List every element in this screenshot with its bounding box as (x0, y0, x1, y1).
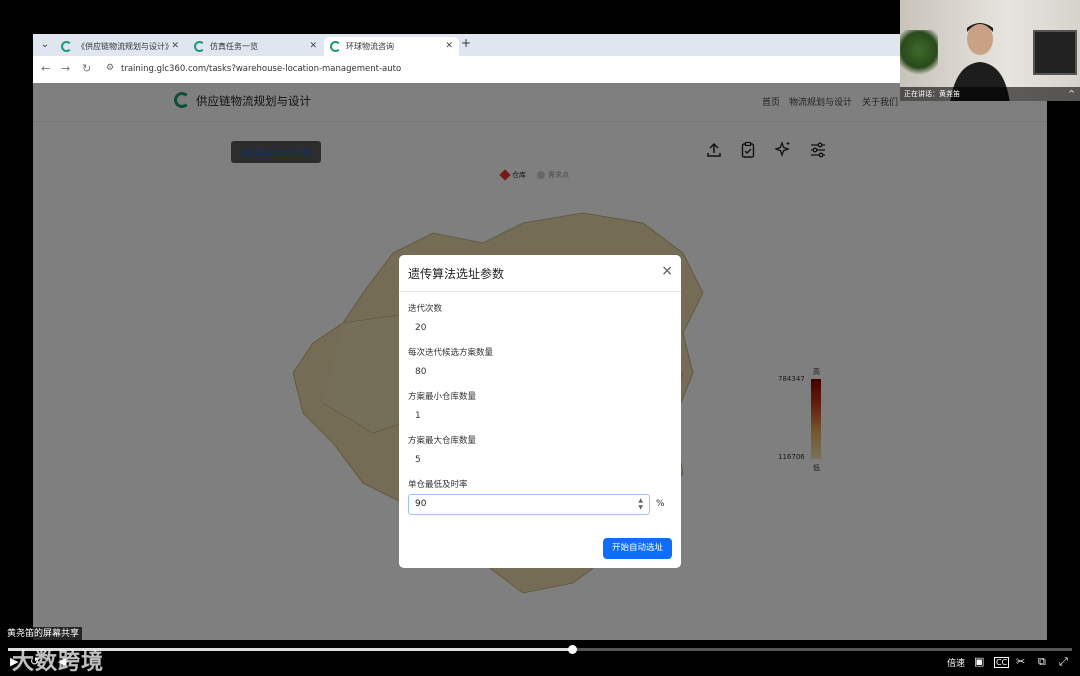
ga-parameters-dialog: 遗传算法选址参数 × 迭代次数 20 每次迭代候选方案数量 80 方案最小仓库数… (399, 255, 681, 568)
site-favicon-icon (61, 41, 72, 52)
tab-close-icon[interactable]: ✕ (309, 37, 317, 56)
min-warehouses-field[interactable]: 1 (408, 406, 648, 426)
chevron-up-icon[interactable]: ^ (1068, 87, 1075, 101)
close-icon[interactable]: × (661, 263, 673, 279)
site-favicon-icon (330, 41, 341, 52)
web-page: 供应链物流规划与设计 首页 物流规划与设计 关于我们 查看当前仓库布局方案 仓库… (33, 83, 1047, 640)
candidates-label: 每次迭代候选方案数量 (408, 348, 494, 358)
playback-speed-button[interactable]: 倍速 (947, 656, 965, 669)
speaker-caption: 正在讲话：黄尧笛 ^ (900, 87, 1080, 101)
start-auto-location-button[interactable]: 开始自动选址 (603, 538, 672, 559)
site-favicon-icon (194, 41, 205, 52)
browser-window: ⌄ 《供应链物流规划与设计》 ✕ 仿真任务一览 ✕ 环球物流咨询 ✕ + ← →… (33, 34, 1047, 640)
volume-icon[interactable]: ◀ (58, 655, 66, 668)
picture-icon[interactable]: ▣ (974, 655, 984, 668)
replay-icon[interactable]: ↺ (30, 655, 39, 668)
pip-icon[interactable]: ⧉ (1038, 655, 1046, 669)
monitor-image (1033, 30, 1077, 75)
tab-close-icon[interactable]: ✕ (171, 37, 179, 56)
tab-close-icon[interactable]: ✕ (445, 37, 453, 56)
address-bar: ← → ↻ ⚙ training.glc360.com/tasks?wareho… (33, 56, 1047, 84)
tab-simulation-tasks[interactable]: 仿真任务一览 ✕ (188, 37, 323, 56)
tab-global-logistics[interactable]: 环球物流咨询 ✕ (324, 37, 459, 56)
iterations-label: 迭代次数 (408, 304, 443, 314)
url-field[interactable]: training.glc360.com/tasks?warehouse-loca… (121, 64, 401, 74)
video-progress-bar[interactable] (8, 645, 1072, 654)
percent-unit: % (656, 499, 665, 509)
scissors-icon[interactable]: ✂ (1016, 655, 1025, 668)
number-spinner-icon[interactable]: ▲ ▼ (638, 497, 643, 511)
candidates-field[interactable]: 80 (408, 362, 648, 382)
back-arrow-icon[interactable]: ← (41, 62, 50, 75)
progress-knob[interactable] (567, 645, 577, 654)
min-ontime-rate-label: 单仓最低及时率 (408, 480, 468, 490)
fullscreen-icon[interactable]: ⤢ (1059, 655, 1068, 669)
screen-share-label: 黄尧笛的屏幕共享 (4, 627, 83, 641)
captions-icon[interactable]: CC (994, 657, 1010, 668)
speaker-webcam: 正在讲话：黄尧笛 ^ (900, 0, 1080, 101)
max-warehouses-label: 方案最大仓库数量 (408, 436, 477, 446)
play-icon[interactable]: ▶ (10, 655, 18, 668)
min-ontime-rate-input[interactable]: 90 ▲ ▼ (408, 494, 650, 515)
iterations-field[interactable]: 20 (408, 318, 648, 338)
forward-arrow-icon[interactable]: → (61, 62, 70, 75)
tab-search-icon[interactable]: ⌄ (37, 37, 53, 53)
new-tab-button[interactable]: + (461, 36, 471, 50)
reload-icon[interactable]: ↻ (82, 62, 91, 75)
max-warehouses-field[interactable]: 5 (408, 450, 648, 470)
min-warehouses-label: 方案最小仓库数量 (408, 392, 477, 402)
tab-course[interactable]: 《供应链物流规划与设计》 ✕ (55, 37, 185, 56)
plant-image (900, 30, 938, 80)
dialog-title: 遗传算法选址参数 (408, 267, 505, 281)
site-settings-icon[interactable]: ⚙ (106, 63, 114, 73)
dialog-divider (399, 291, 681, 292)
tab-strip: ⌄ 《供应链物流规划与设计》 ✕ 仿真任务一览 ✕ 环球物流咨询 ✕ + (33, 34, 1047, 56)
